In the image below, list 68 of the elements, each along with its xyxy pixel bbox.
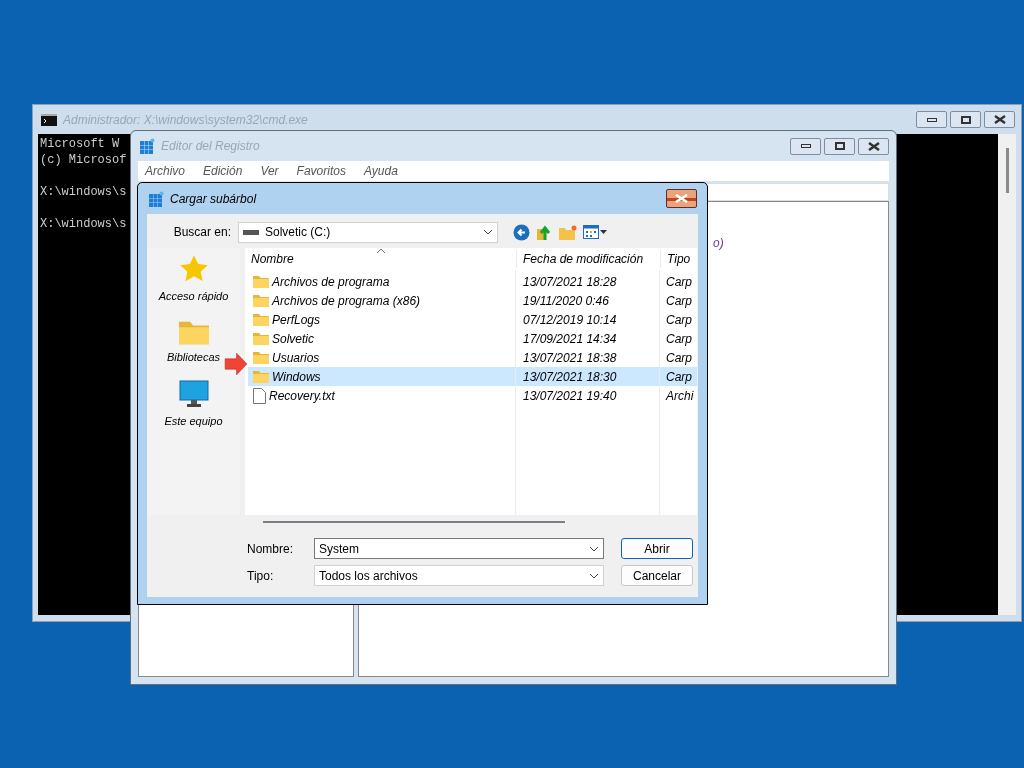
close-icon [867,141,880,151]
file-row[interactable]: Archivos de programa (x86) 19/11/2020 0:46 Carp [248,291,697,310]
folder-icon [253,332,269,345]
file-type-dropdown[interactable]: Todos los archivos [314,565,604,586]
file-row[interactable]: Solvetic 17/09/2021 14:34 Carp [248,329,697,348]
console-icon [41,113,57,126]
value-text: o) [713,236,724,250]
file-row[interactable]: Archivos de programa 13/07/2021 18:28 Carp [248,272,697,291]
places-item[interactable]: Este equipo [147,379,240,430]
column-header[interactable]: Fecha de modificación [516,250,660,268]
window-title: Editor del Registro [161,138,261,155]
look-in-label: Buscar en: [172,224,232,241]
chevron-down-icon [589,572,599,579]
file-type-label: Tipo: [247,567,275,585]
up-folder-icon [536,223,553,241]
dialog-title: Cargar subárbol [170,190,258,208]
column-header[interactable]: Tipo [660,250,697,268]
dialog-button[interactable]: Cancelar [621,565,693,586]
folder-icon [253,351,269,364]
file-name-field[interactable]: System [314,538,604,559]
view-menu-button[interactable] [583,225,607,239]
maximize-button[interactable] [824,137,855,155]
registry-icon [139,138,155,154]
menu-item[interactable]: Favoritos [296,162,346,180]
file-row[interactable]: PerfLogs 07/12/2019 10:14 Carp [248,310,697,329]
console-line: Microsoft W [40,136,120,152]
column-header[interactable]: Nombre [245,250,516,268]
chevron-down-icon [483,229,493,235]
folder-icon [253,294,269,307]
file-row[interactable]: Usuarios 13/07/2021 18:38 Carp [248,348,697,367]
close-icon [675,194,688,203]
places-item[interactable]: Bibliotecas [147,318,240,365]
file-name-label: Nombre: [247,540,294,558]
console-line: X:\windows\s [40,216,127,232]
folder-icon [253,370,269,383]
monitor-icon [178,379,209,409]
drive-icon [243,229,259,235]
horizontal-scrollbar[interactable] [263,521,565,523]
scrollbar[interactable] [998,134,1016,615]
file-row[interactable]: Windows 13/07/2021 18:30 Carp [248,367,697,386]
places-item[interactable]: Acceso rápido [147,254,240,305]
folder-icon [253,313,269,326]
close-icon [993,115,1006,124]
chevron-down-icon [589,545,599,552]
close-button[interactable] [858,137,889,155]
close-button[interactable] [984,111,1015,128]
look-in-dropdown[interactable]: Solvetic (C:) [238,221,498,243]
close-button[interactable] [666,189,697,208]
file-row[interactable]: Recovery.txt 13/07/2021 19:40 Archi [248,386,697,405]
document-icon [253,387,266,404]
minimize-button[interactable] [916,111,947,128]
maximize-button[interactable] [950,111,981,128]
dialog-button[interactable]: Abrir [621,538,693,559]
menu-item[interactable]: Ver [260,162,279,180]
sort-caret-icon [376,248,386,254]
menu-item[interactable]: Edición [203,162,243,180]
new-folder-icon [559,224,577,240]
menu-item[interactable]: Archivo [145,162,185,180]
menu-item[interactable]: Ayuda [363,162,398,180]
window-title: Administrador: X:\windows\system32\cmd.exe [63,111,309,129]
grid-view-icon [583,225,599,239]
console-line: (c) Microsof [40,152,127,168]
minimize-button[interactable] [790,137,821,155]
console-line: X:\windows\s [40,184,127,200]
pointer-arrow [224,350,248,378]
registry-icon [148,190,164,207]
folder-icon [253,275,269,288]
dropdown-caret-icon [600,230,607,234]
